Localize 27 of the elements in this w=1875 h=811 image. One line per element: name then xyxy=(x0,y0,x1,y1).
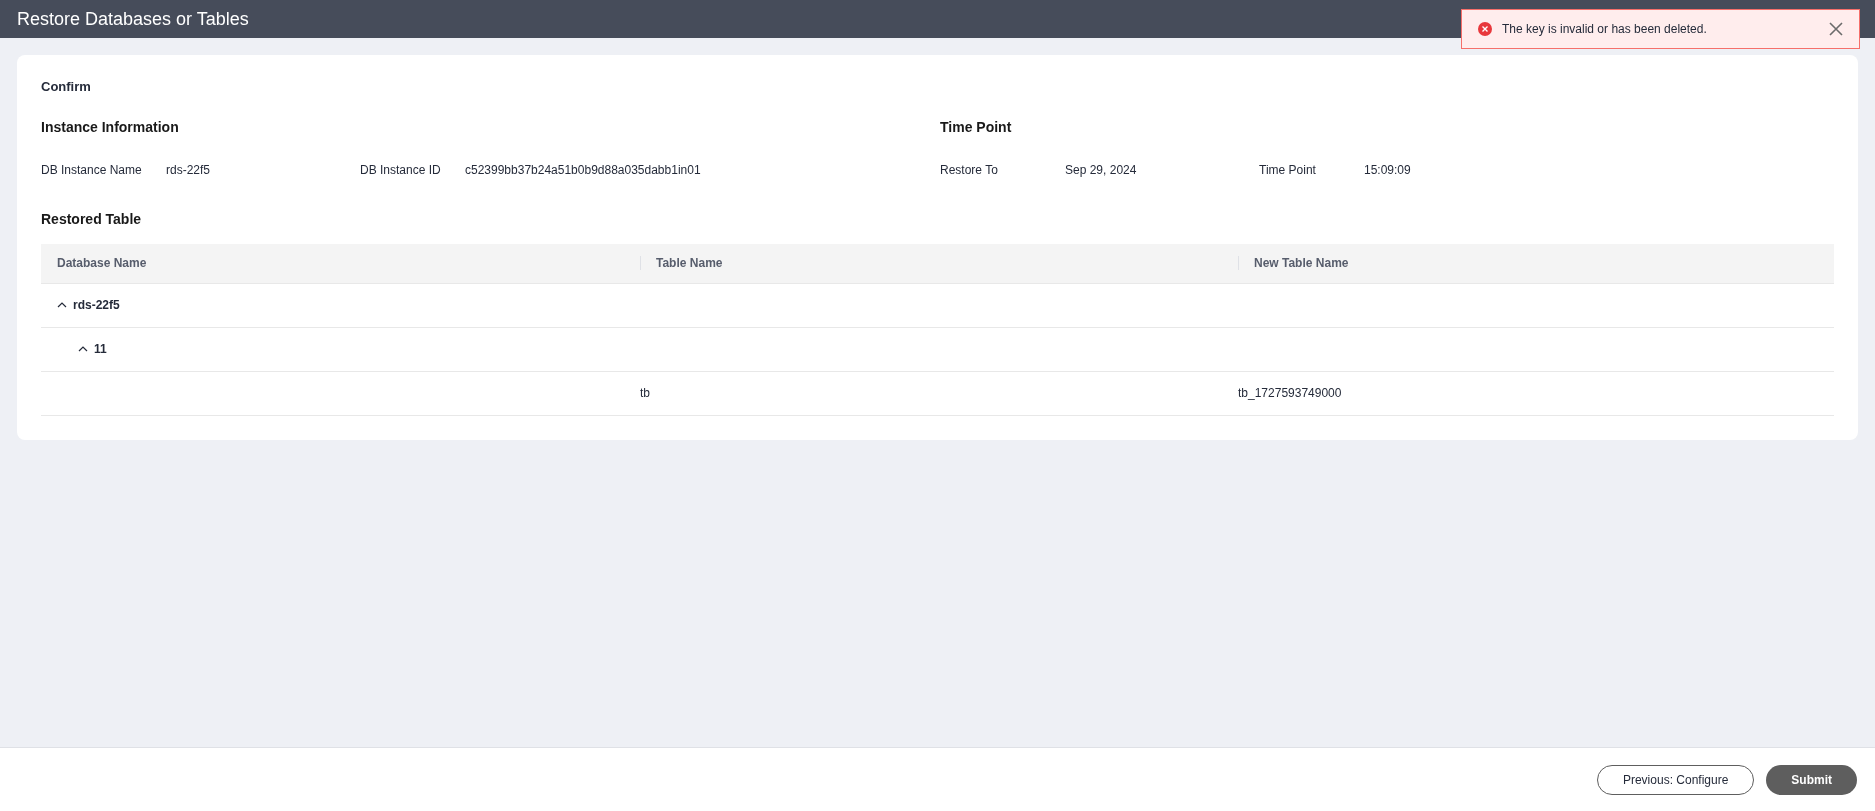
tree-node[interactable]: rds-22f5 xyxy=(73,296,120,314)
field-value: rds-22f5 xyxy=(166,161,211,179)
section-title: Time Point xyxy=(940,117,1013,137)
toast-message: The key is invalid or has been deleted. xyxy=(1502,21,1708,38)
section-title: Restored Table xyxy=(41,209,143,229)
column-header: Database Name xyxy=(57,255,147,272)
chevron-up-icon[interactable] xyxy=(57,302,67,308)
close-icon[interactable] xyxy=(1829,22,1843,36)
column-header: New Table Name xyxy=(1254,255,1349,272)
step-title: Confirm xyxy=(41,78,92,96)
column-header: Table Name xyxy=(656,255,723,272)
field-value: Sep 29, 2024 xyxy=(1065,161,1137,179)
submit-button[interactable]: Submit xyxy=(1766,764,1857,795)
chevron-up-icon[interactable] xyxy=(78,346,88,352)
previous-button[interactable]: Previous: Configure xyxy=(1596,764,1755,795)
tree-node[interactable]: 11 xyxy=(94,340,107,358)
page-title: Restore Databases or Tables xyxy=(17,7,249,31)
table-cell: tb xyxy=(640,386,650,400)
error-icon xyxy=(1478,22,1492,36)
section-title: Instance Information xyxy=(41,117,180,137)
field-label: Time Point xyxy=(1259,161,1317,179)
field-value: 15:09:09 xyxy=(1364,161,1411,179)
table-cell: tb_1727593749000 xyxy=(1238,386,1342,400)
field-label: DB Instance ID xyxy=(360,161,442,179)
field-label: Restore To xyxy=(940,161,999,179)
field-label: DB Instance Name xyxy=(41,161,143,179)
field-value: c52399bb37b24a51b0b9d88a035dabb1in01 xyxy=(465,161,701,179)
